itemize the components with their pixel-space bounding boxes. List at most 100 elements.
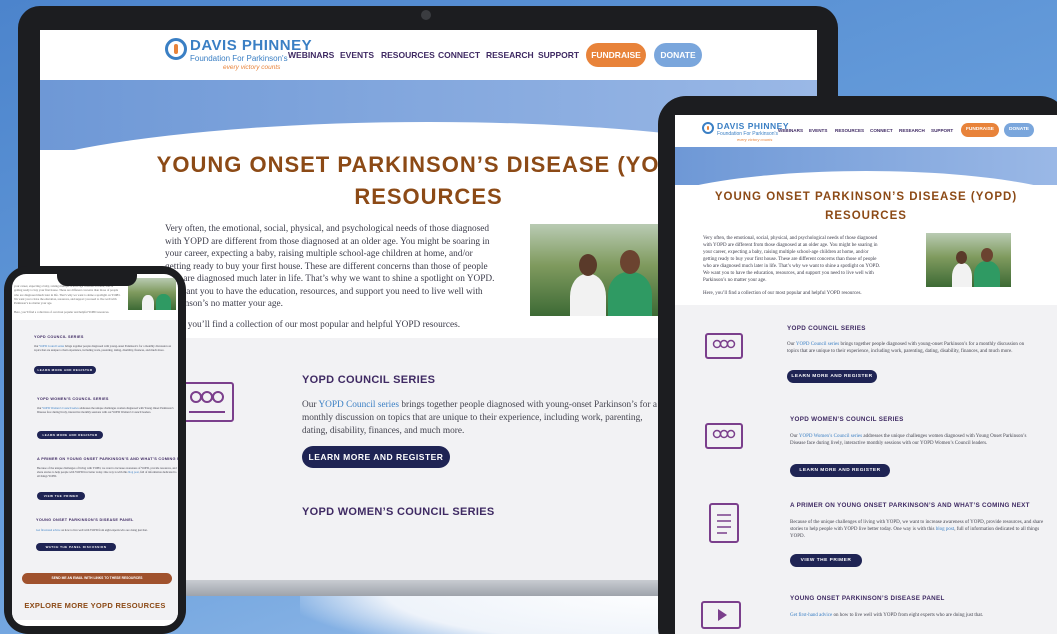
nav-support[interactable]: SUPPORT: [538, 50, 579, 60]
couple-photo: [530, 224, 670, 316]
section-link[interactable]: blog post: [128, 470, 139, 474]
intro-line: Parkinson’s no matter your age.: [165, 299, 283, 309]
intro-followup: Here, you’ll find a collection of our mo…: [165, 320, 461, 330]
nav-connect[interactable]: CONNECT: [870, 128, 893, 133]
intro-paragraph: your career, expecting a baby, raising m…: [14, 284, 124, 305]
intro-line: Very often, the emotional, social, physi…: [703, 236, 878, 241]
section-title: YOPD WOMEN’S COUNCIL SERIES: [302, 506, 495, 518]
group-video-icon: [180, 382, 234, 422]
view-primer-button[interactable]: VIEW THE PRIMER: [37, 492, 85, 500]
section-link[interactable]: Get first-hand advice: [36, 528, 60, 532]
section-text-pre: Our: [302, 400, 319, 410]
logo-subtitle: Foundation For Parkinson's: [190, 54, 288, 63]
person-head: [956, 251, 967, 264]
donate-button[interactable]: DONATE: [1004, 123, 1034, 137]
view-primer-button[interactable]: VIEW THE PRIMER: [790, 554, 862, 567]
phone-notch: [57, 272, 137, 286]
section-text: Our YOPD Women’s Council series addresse…: [37, 406, 177, 414]
learn-more-button[interactable]: LEARN MORE AND REGISTER: [787, 370, 877, 383]
group-video-icon: [705, 333, 743, 359]
logo-icon[interactable]: [165, 38, 187, 60]
section-title: YOPD WOMEN’S COUNCIL SERIES: [790, 416, 904, 423]
section-title: YOPD COUNCIL SERIES: [34, 335, 84, 339]
intro-followup: Here, you’ll find a collection of our mo…: [14, 310, 110, 314]
section-link[interactable]: YOPD Women’s Council series: [799, 434, 862, 439]
tablet-screen: DAVIS PHINNEY Foundation For Parkinson's…: [675, 115, 1057, 634]
person-shape: [142, 295, 154, 310]
learn-more-button[interactable]: LEARN MORE AND REGISTER: [37, 431, 103, 439]
page-title-line1: YOUNG ONSET PARKINSON’S DISEASE (YOPD): [714, 191, 1018, 203]
section-title: YOPD COUNCIL SERIES: [787, 325, 866, 332]
section-text-post: on how to live well with YOPD from eight…: [832, 613, 984, 618]
webcam: [421, 10, 431, 20]
section-link[interactable]: YOPD Council series: [796, 342, 839, 347]
intro-line: Parkinson’s no matter your age.: [703, 278, 767, 283]
intro-line: who are diagnosed much later in life. Th…: [165, 274, 495, 284]
nav-research[interactable]: RESEARCH: [486, 50, 534, 60]
intro-line: We want you to have the education, resou…: [165, 286, 483, 297]
document-icon-svg: [717, 514, 731, 534]
section-title: A PRIMER ON YOUNG ONSET PARKINSON’S AND …: [37, 457, 178, 461]
intro-followup: Here, you’ll find a collection of our mo…: [703, 291, 862, 296]
intro-line: getting ready to buy your first house. T…: [165, 261, 488, 272]
intro-line: your career, expecting a baby, raising m…: [703, 250, 869, 255]
nav-support[interactable]: SUPPORT: [931, 128, 953, 133]
section-text-pre: Our: [787, 342, 796, 347]
section-link[interactable]: YOPD Council series: [318, 400, 399, 410]
email-resources-button[interactable]: SEND ME AN EMAIL WITH LINKS TO THESE RES…: [22, 573, 172, 584]
section-title: YOUNG ONSET PARKINSON’S DISEASE PANEL: [36, 518, 134, 522]
section-text: Get first-hand advice on how to live wel…: [36, 528, 176, 532]
person-shape: [952, 263, 972, 287]
page-title-line2: RESOURCES: [825, 210, 907, 222]
intro-line: We want you to have the education, resou…: [703, 271, 874, 276]
logo-tagline: every victory counts: [223, 64, 281, 71]
couple-photo: [128, 278, 176, 310]
section-text: Because of the unique challenges of livi…: [790, 519, 1045, 540]
nav-events[interactable]: EVENTS: [340, 50, 374, 60]
nav-webinars[interactable]: WEBINARS: [778, 128, 803, 133]
section-link[interactable]: blog post: [936, 527, 954, 532]
section-text: Our YOPD Council series brings together …: [302, 399, 662, 438]
section-text: Our YOPD Women’s Council series addresse…: [790, 433, 1040, 447]
intro-paragraph: Very often, the emotional, social, physi…: [703, 235, 913, 284]
person-shape: [608, 272, 652, 316]
person-shape: [570, 274, 606, 316]
explore-heading: EXPLORE MORE YOPD RESOURCES: [24, 601, 166, 610]
intro-line: getting ready to buy your first house. T…: [703, 257, 877, 262]
fundraise-button[interactable]: FUNDRAISE: [961, 123, 999, 137]
section-link[interactable]: Get first-hand advice: [790, 613, 832, 618]
section-title: YOPD COUNCIL SERIES: [302, 374, 436, 386]
learn-more-button[interactable]: LEARN MORE AND REGISTER: [790, 464, 890, 477]
group-video-icon-svg: [189, 391, 225, 413]
learn-more-button[interactable]: LEARN MORE AND REGISTER: [34, 366, 96, 374]
nav-connect[interactable]: CONNECT: [438, 50, 480, 60]
section-text: Because of the unique challenges of livi…: [37, 466, 177, 478]
intro-paragraph: Very often, the emotional, social, physi…: [165, 223, 515, 311]
person-head: [620, 250, 640, 274]
fundraise-button[interactable]: FUNDRAISE: [586, 43, 646, 67]
learn-more-button[interactable]: LEARN MORE AND REGISTER: [302, 446, 450, 468]
watch-panel-button[interactable]: WATCH THE PANEL DISCUSSION: [36, 543, 116, 551]
group-video-icon: [705, 423, 743, 449]
intro-line: who are diagnosed much later in life. Th…: [703, 264, 881, 269]
section-text: Our YOPD Council series brings together …: [787, 341, 1033, 355]
play-icon: [701, 601, 741, 629]
logo-tagline: every victory counts: [737, 137, 773, 142]
section-title: YOUNG ONSET PARKINSON’S DISEASE PANEL: [790, 595, 945, 602]
nav-events[interactable]: EVENTS: [809, 128, 827, 133]
intro-line: Very often, the emotional, social, physi…: [165, 224, 490, 234]
person-shape: [974, 261, 1000, 287]
nav-research[interactable]: RESEARCH: [899, 128, 925, 133]
section-title: A PRIMER ON YOUNG ONSET PARKINSON’S AND …: [790, 502, 1030, 509]
couple-photo: [926, 233, 1011, 287]
logo-icon[interactable]: [702, 122, 714, 134]
group-video-icon-svg: [712, 339, 736, 349]
intro-line: with YOPD are different from those diagn…: [165, 236, 490, 247]
nav-resources[interactable]: RESOURCES: [835, 128, 864, 133]
donate-button[interactable]: DONATE: [654, 43, 702, 67]
nav-resources[interactable]: RESOURCES: [381, 50, 435, 60]
person-head: [579, 254, 597, 276]
intro-line: your career, expecting a baby, raising m…: [165, 249, 473, 259]
nav-webinars[interactable]: WEBINARS: [288, 50, 334, 60]
section-text: Our YOPD Council series brings together …: [34, 344, 176, 352]
